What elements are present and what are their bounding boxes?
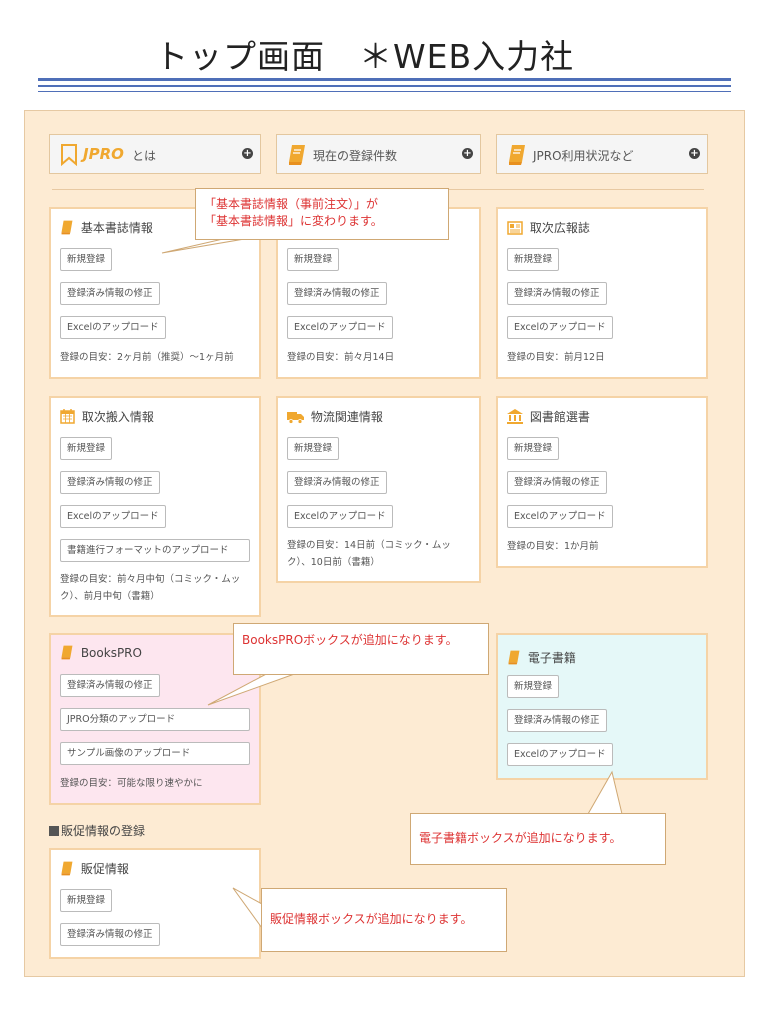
callout-hansoku-added: 販促情報ボックスが追加になります。 [261, 888, 507, 952]
callout-line: 「基本書誌情報（事前注文）」が [204, 197, 379, 211]
callout-text: BooksPROボックスが追加になります。 [242, 633, 458, 647]
callout-text: 電子書籍ボックスが追加になります。 [419, 831, 622, 845]
callout-rename-basic: 「基本書誌情報（事前注文）」が 「基本書誌情報」に変わります。 [195, 188, 449, 240]
callout-pointer-denshi [587, 770, 623, 815]
callout-text: 販促情報ボックスが追加になります。 [270, 912, 473, 926]
callout-pointer-hansoku [232, 887, 263, 930]
callout-line: 「基本書誌情報」に変わります。 [204, 214, 383, 228]
callout-denshi-added: 電子書籍ボックスが追加になります。 [410, 813, 666, 865]
callout-pointers [161, 235, 623, 930]
callout-bookspro-added: BooksPROボックスが追加になります。 [233, 623, 489, 675]
callout-pointer-bookspro [207, 671, 301, 706]
